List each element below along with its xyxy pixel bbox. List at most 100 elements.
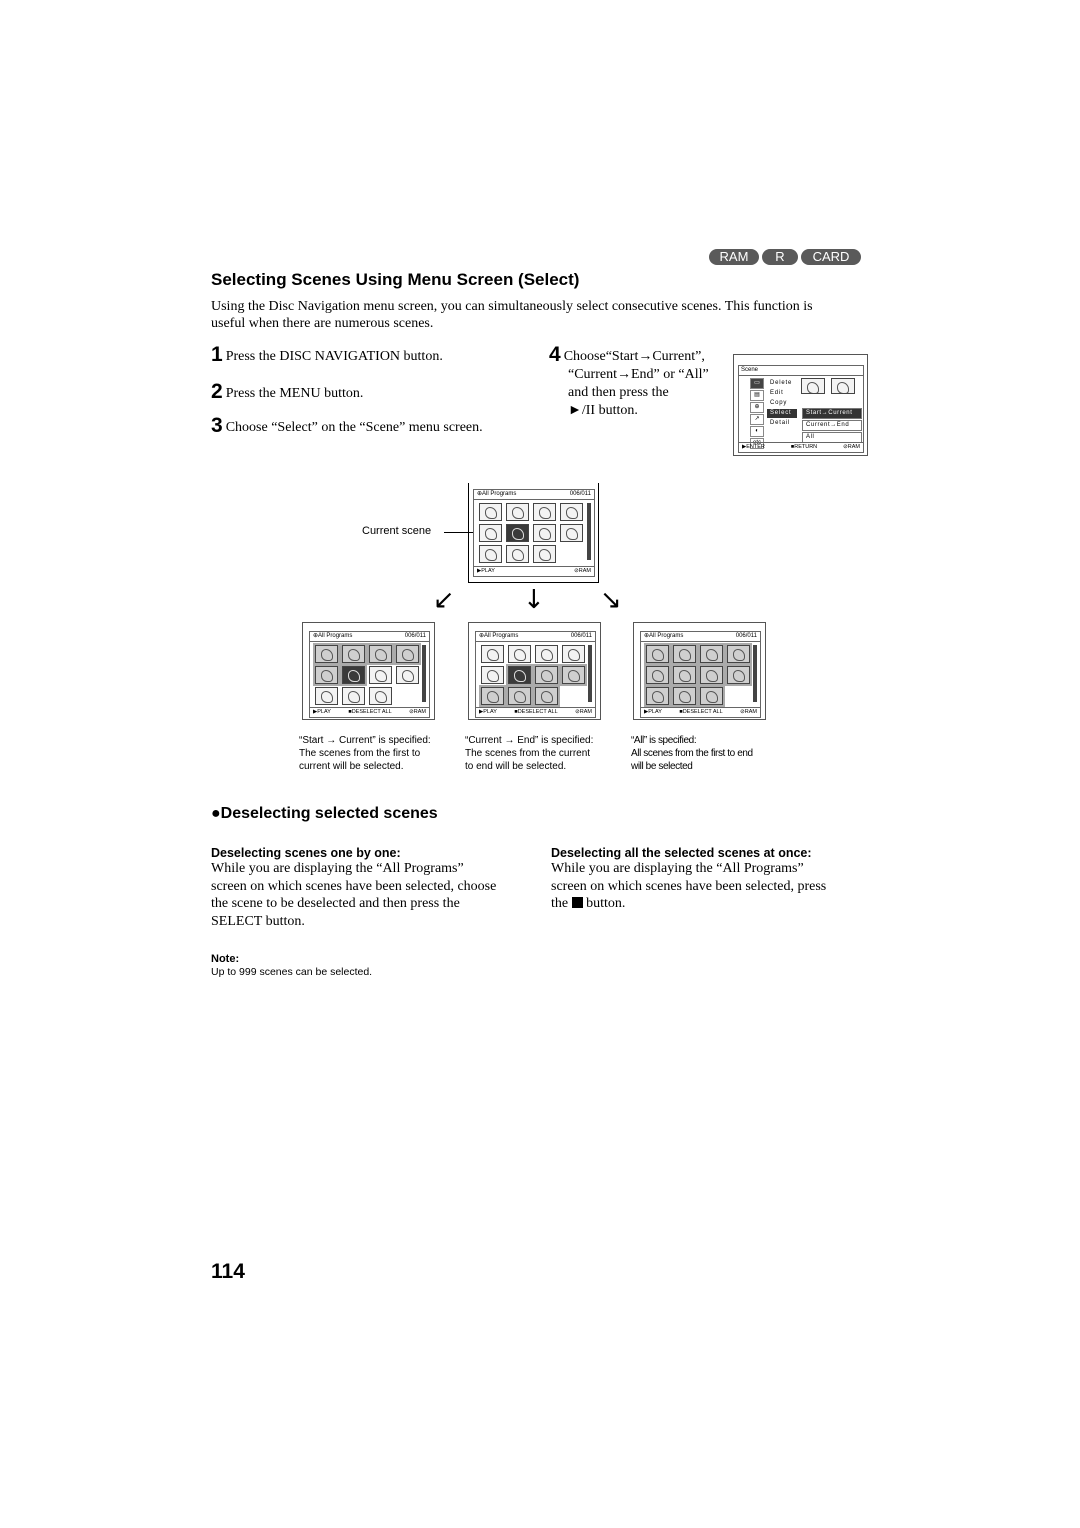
- scene-thumbnail[interactable]: [533, 524, 556, 542]
- lcd: ⊕All Programs 006/011 ▶PLAY ■DESELECT AL…: [309, 631, 430, 718]
- scene-thumbnail[interactable]: [560, 503, 583, 521]
- footer-play: ▶PLAY: [644, 709, 662, 715]
- deselect-title: ●Deselecting selected scenes: [211, 805, 438, 822]
- scene-thumbnail[interactable]: [535, 645, 558, 663]
- deselect-one-by-one: Deselecting scenes one by one: While you…: [211, 846, 541, 930]
- thumbnail: [801, 378, 825, 394]
- scene-thumbnail[interactable]: [369, 666, 392, 684]
- scene-thumbnail[interactable]: [671, 664, 698, 686]
- current-scene-label: Current scene: [362, 525, 432, 537]
- caption-line: All scenes from the first to end: [631, 748, 753, 759]
- caption-line: “Start → Current” is specified:: [299, 735, 431, 746]
- menu-item-select[interactable]: Select: [767, 409, 797, 418]
- scene-thumbnail[interactable]: [340, 664, 367, 686]
- scrollbar[interactable]: [422, 645, 426, 702]
- scrollbar[interactable]: [588, 645, 592, 702]
- scene-thumbnail[interactable]: [315, 687, 338, 705]
- lcd-header: ⊕All Programs 006/011: [310, 632, 429, 642]
- scene-thumbnail[interactable]: [479, 524, 502, 542]
- caption-line: current will be selected.: [299, 761, 404, 772]
- menu-item-detail[interactable]: Detail: [767, 419, 797, 428]
- scene-thumbnail[interactable]: [644, 643, 671, 665]
- scene-thumbnail[interactable]: [725, 664, 752, 686]
- all-at-once-heading: Deselecting all the selected scenes at o…: [551, 846, 812, 860]
- scene-thumbnail[interactable]: [698, 664, 725, 686]
- scene-thumbnail[interactable]: [340, 643, 367, 665]
- header-title: ⊕All Programs: [477, 491, 517, 497]
- step-number: 2: [211, 380, 223, 403]
- scene-thumbnail[interactable]: [698, 643, 725, 665]
- scene-thumbnail[interactable]: [369, 687, 392, 705]
- caption-line: “Current → End” is specified:: [465, 735, 594, 746]
- submenu-current-end[interactable]: Current→End: [802, 420, 862, 431]
- scene-thumbnail[interactable]: [560, 524, 583, 542]
- scene-thumbnail[interactable]: [479, 545, 502, 563]
- scene-thumbnail[interactable]: [506, 664, 533, 686]
- header-counter: 006/011: [569, 491, 591, 497]
- scene-thumbnail[interactable]: [533, 503, 556, 521]
- step-number: 1: [211, 343, 223, 366]
- step-1: 1 Press the DISC NAVIGATION button.: [211, 343, 443, 366]
- scene-thumbnail[interactable]: [481, 645, 504, 663]
- lcd-header: ⊕All Programs 006/011: [476, 632, 595, 642]
- footer-ram: ⊘RAM: [740, 709, 757, 715]
- scene-thumbnail[interactable]: [725, 643, 752, 665]
- scene-thumbnail[interactable]: [394, 643, 421, 665]
- footer-deselect-all: ■DESELECT ALL: [348, 709, 392, 715]
- scrollbar[interactable]: [587, 503, 591, 560]
- menu-item-edit[interactable]: Edit: [767, 389, 797, 398]
- note-title: Note:: [211, 953, 240, 965]
- step-4: 4 Choose“Start→Current”, “Current→End” or…: [549, 343, 739, 420]
- scene-thumbnail[interactable]: [644, 685, 671, 707]
- menu-item-copy[interactable]: Copy: [767, 399, 797, 408]
- scene-thumbnail[interactable]: [533, 685, 560, 707]
- step-number: 4: [549, 343, 561, 366]
- footer-ram: ⊘RAM: [575, 709, 592, 715]
- footer-return: ■RETURN: [790, 444, 818, 450]
- scene-thumbnail[interactable]: [562, 645, 585, 663]
- scene-thumbnail[interactable]: [533, 664, 560, 686]
- header-title: ⊕All Programs: [644, 633, 684, 639]
- section-title: Selecting Scenes Using Menu Screen (Sele…: [211, 270, 580, 289]
- result-screen-start-current: ⊕All Programs 006/011 ▶PLAY ■DESELECT AL…: [302, 622, 435, 720]
- scene-thumbnail[interactable]: [342, 687, 365, 705]
- scene-thumbnail[interactable]: [481, 666, 504, 684]
- scene-thumbnail[interactable]: [533, 545, 556, 563]
- scrollbar[interactable]: [753, 645, 757, 702]
- footer-play: ▶PLAY: [477, 568, 495, 574]
- header-counter: 006/011: [735, 633, 757, 639]
- scene-thumbnail[interactable]: [644, 664, 671, 686]
- caption-all: “All” is specified: All scenes from the …: [631, 734, 791, 773]
- scene-menu-title: Scene: [739, 366, 863, 376]
- caption-line: will be selected: [631, 761, 693, 772]
- footer-deselect-all: ■DESELECT ALL: [679, 709, 723, 715]
- detail-icon: ◐: [750, 426, 764, 437]
- scene-thumbnail[interactable]: [313, 643, 340, 665]
- scene-thumbnail[interactable]: [508, 645, 531, 663]
- scene-thumbnail[interactable]: [698, 685, 725, 707]
- step-text-line: Choose“Start→Current”,: [563, 349, 705, 364]
- header-counter: 006/011: [404, 633, 426, 639]
- scene-thumbnail[interactable]: [313, 664, 340, 686]
- lcd-footer: ▶PLAY ■DESELECT ALL ⊘RAM: [476, 707, 595, 717]
- lcd-footer: ▶PLAY ⊘RAM: [474, 566, 594, 576]
- scene-thumbnail[interactable]: [367, 643, 394, 665]
- scene-thumbnail[interactable]: [479, 685, 506, 707]
- scene-thumbnail[interactable]: [396, 666, 419, 684]
- scene-thumbnail[interactable]: [671, 643, 698, 665]
- arrow-down-left-icon: ↙: [433, 585, 455, 615]
- select-submenu: Start→Current Current→End All: [802, 408, 862, 444]
- scene-thumbnail[interactable]: [560, 664, 587, 686]
- submenu-start-current[interactable]: Start→Current: [802, 408, 862, 419]
- scene-thumbnail[interactable]: [506, 685, 533, 707]
- result-screen-current-end: ⊕All Programs 006/011 ▶PLAY ■DESELECT AL…: [468, 622, 601, 720]
- scene-thumbnail[interactable]: [479, 503, 502, 521]
- step-2: 2 Press the MENU button.: [211, 380, 363, 403]
- scene-thumbnail[interactable]: [506, 545, 529, 563]
- caption-line: to end will be selected.: [465, 761, 567, 772]
- scene-thumbnail[interactable]: [506, 524, 529, 542]
- scene-thumbnail[interactable]: [671, 685, 698, 707]
- header-title: ⊕All Programs: [479, 633, 519, 639]
- menu-item-delete[interactable]: Delete: [767, 379, 797, 388]
- scene-thumbnail[interactable]: [506, 503, 529, 521]
